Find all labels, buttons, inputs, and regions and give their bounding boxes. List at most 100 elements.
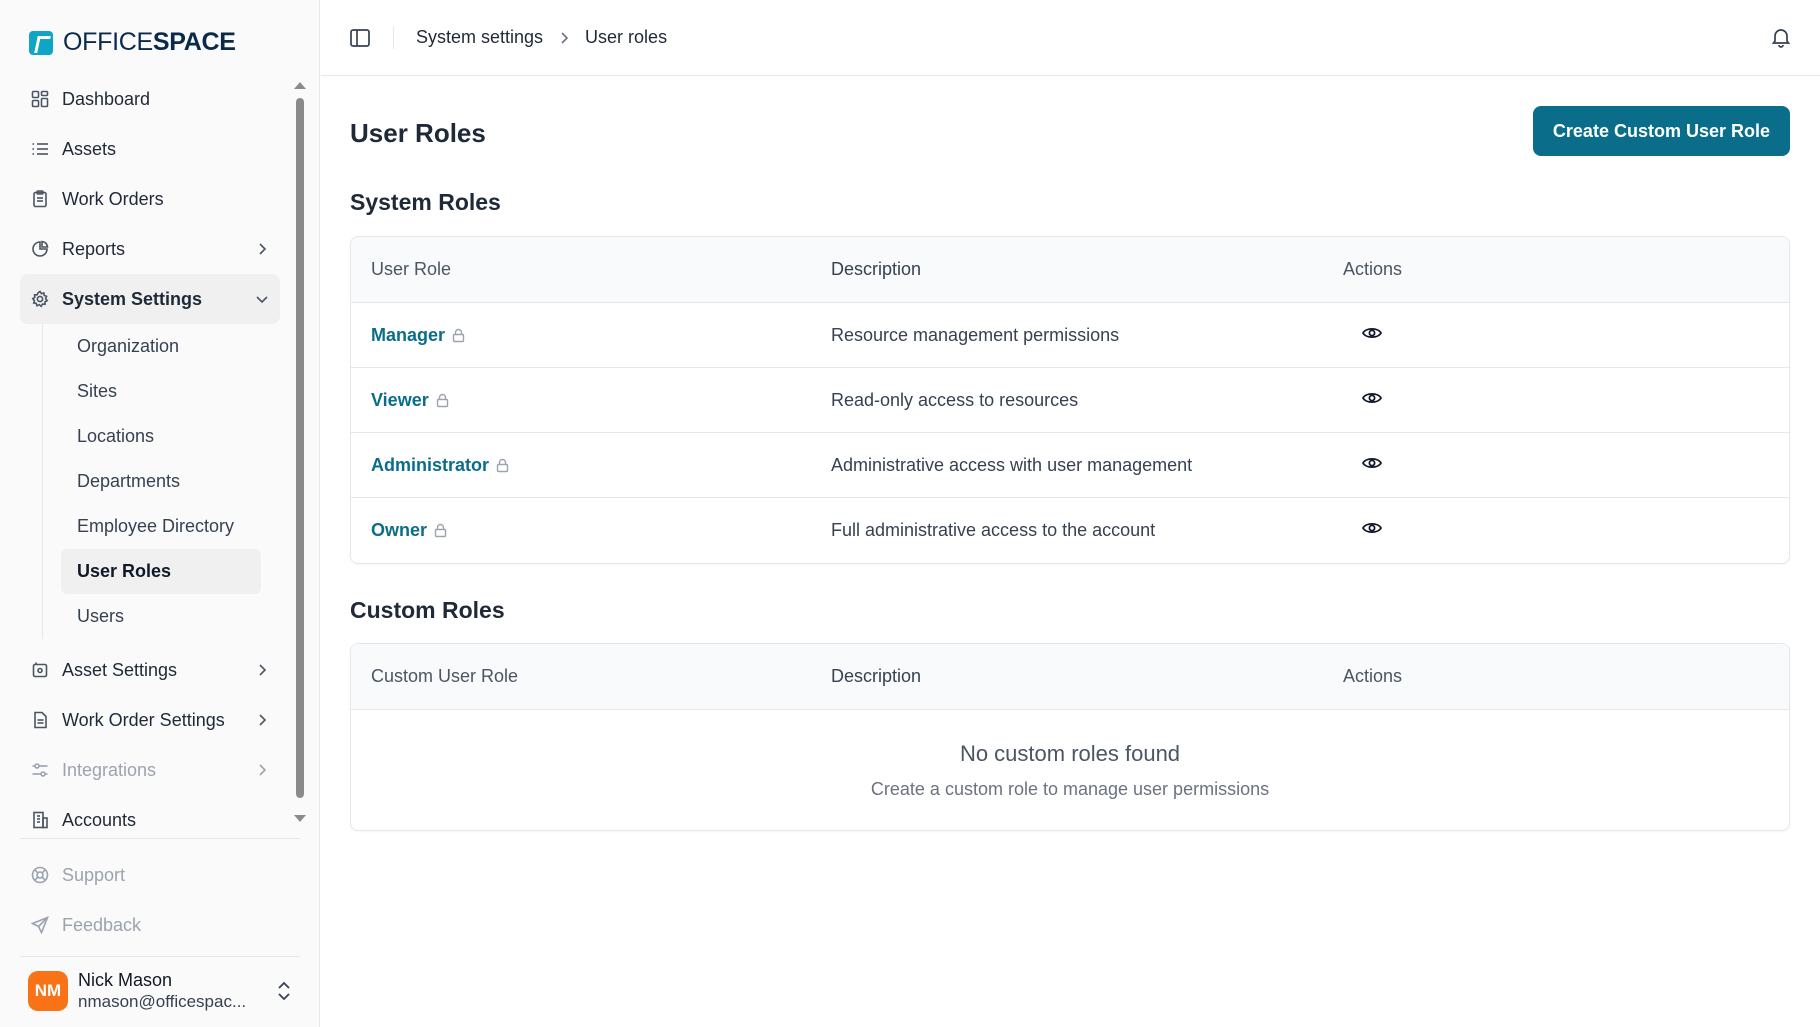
subnav-item-users[interactable]: Users: [61, 594, 280, 639]
actions-cell: [1343, 322, 1789, 349]
table-row: Viewer Read-only access to resources: [351, 368, 1789, 433]
sidebar-item-feedback[interactable]: Feedback: [20, 900, 280, 950]
sidebar-item-work-order-settings[interactable]: Work Order Settings: [20, 695, 280, 745]
role-cell: Owner: [351, 520, 831, 541]
lock-icon: [436, 393, 448, 407]
lock-icon: [496, 458, 509, 472]
role-description: Administrative access with user manageme…: [831, 454, 1193, 475]
asset-settings-icon: [30, 660, 50, 680]
role-link-administrator[interactable]: Administrator: [371, 455, 489, 476]
create-custom-user-role-button[interactable]: Create Custom User Role: [1532, 106, 1790, 156]
role-cell: Administrator: [351, 455, 831, 476]
role-link-viewer[interactable]: Viewer: [371, 390, 429, 411]
sidebar-item-label: Feedback: [62, 914, 142, 935]
chevron-up-down-icon[interactable]: [275, 980, 293, 1002]
chevron-right-icon: [561, 31, 569, 44]
breadcrumb-user-roles: User roles: [585, 27, 668, 47]
chevron-right-icon: [259, 664, 267, 676]
role-cell: Viewer: [351, 390, 831, 411]
system-roles-table: User Role Description Actions Manager Re…: [350, 236, 1790, 564]
column-header-custom-user-role: Custom User Role: [371, 666, 519, 686]
user-menu[interactable]: NM Nick Mason nmason@officespac...: [28, 970, 293, 1012]
custom-roles-table: Custom User Role Description Actions No …: [350, 643, 1790, 831]
sidebar: OFFICESPACE Dashboard Assets Work Orders…: [0, 0, 320, 1027]
subnav-item-departments[interactable]: Departments: [61, 459, 280, 504]
logo-text: OFFICESPACE: [63, 28, 236, 56]
main-nav: Dashboard Assets Work Orders Reports Sys…: [20, 74, 280, 845]
sidebar-item-dashboard[interactable]: Dashboard: [20, 74, 280, 124]
sidebar-item-reports[interactable]: Reports: [20, 224, 280, 274]
role-link-owner[interactable]: Owner: [371, 520, 427, 541]
table-header: User Role Description Actions: [351, 237, 1789, 303]
breadcrumb-system-settings[interactable]: System settings: [416, 27, 543, 48]
lock-icon: [452, 328, 465, 342]
sidebar-divider: [20, 838, 300, 839]
eye-icon[interactable]: [1361, 517, 1383, 539]
gear-icon: [30, 289, 50, 309]
sidebar-item-label: Assets: [62, 138, 117, 159]
custom-roles-title: Custom Roles: [350, 597, 505, 623]
actions-cell: [1343, 387, 1789, 414]
column-header-user-role: User Role: [371, 259, 452, 279]
pie-chart-icon: [30, 239, 50, 259]
role-description: Full administrative access to the accoun…: [831, 520, 1156, 540]
lifebuoy-icon: [30, 865, 50, 885]
eye-icon[interactable]: [1361, 322, 1383, 344]
role-description: Read-only access to resources: [831, 389, 1079, 410]
bell-icon[interactable]: [1770, 26, 1792, 48]
sidebar-item-label: System Settings: [62, 288, 203, 309]
sidebar-item-label: Work Order Settings: [62, 709, 225, 730]
sidebar-item-label: Dashboard: [62, 88, 151, 109]
avatar: NM: [28, 970, 68, 1011]
sidebar-item-integrations[interactable]: Integrations: [20, 745, 280, 795]
subnav-item-user-roles[interactable]: User Roles: [61, 549, 261, 594]
role-cell: Manager: [351, 325, 831, 346]
sidebar-item-asset-settings[interactable]: Asset Settings: [20, 645, 280, 695]
role-link-manager[interactable]: Manager: [371, 325, 445, 346]
header-divider: [393, 26, 394, 49]
scroll-down-arrow[interactable]: [294, 815, 306, 822]
chevron-right-icon: [259, 243, 267, 255]
eye-icon[interactable]: [1361, 452, 1383, 474]
user-info: Nick Mason nmason@officespac...: [78, 970, 265, 1012]
sidebar-item-label: Integrations: [62, 759, 157, 780]
sidebar-toggle-icon[interactable]: [349, 27, 371, 49]
subnav-item-employee-directory[interactable]: Employee Directory: [61, 504, 280, 549]
user-name: Nick Mason: [78, 970, 173, 990]
sidebar-item-work-orders[interactable]: Work Orders: [20, 174, 280, 224]
sliders-icon: [30, 760, 50, 780]
subnav-item-organization[interactable]: Organization: [61, 324, 280, 369]
column-header-description: Description: [831, 259, 922, 279]
actions-cell: [1343, 452, 1789, 479]
clipboard-icon: [30, 189, 50, 209]
document-icon: [30, 710, 50, 730]
actions-cell: [1343, 517, 1789, 544]
table-header: Custom User Role Description Actions: [351, 644, 1789, 710]
empty-state-subtitle: Create a custom role to manage user perm…: [870, 778, 1270, 799]
officespace-logo[interactable]: OFFICESPACE: [29, 28, 236, 57]
table-row: Administrator Administrative access with…: [351, 433, 1789, 498]
subnav-item-sites[interactable]: Sites: [61, 369, 280, 414]
sidebar-item-system-settings[interactable]: System Settings: [20, 274, 280, 324]
subnav-item-locations[interactable]: Locations: [61, 414, 280, 459]
user-email: nmason@officespac...: [78, 991, 247, 1011]
scroll-thumb[interactable]: [296, 98, 304, 798]
table-row: Manager Resource management permissions: [351, 303, 1789, 368]
empty-state: No custom roles found Create a custom ro…: [351, 710, 1789, 830]
chevron-right-icon: [259, 714, 267, 726]
system-roles-title: System Roles: [350, 189, 501, 215]
column-header-actions: Actions: [1343, 259, 1403, 279]
sidebar-item-assets[interactable]: Assets: [20, 124, 280, 174]
column-header-actions: Actions: [1343, 666, 1403, 686]
sidebar-item-label: Work Orders: [62, 188, 164, 209]
page-title: User Roles: [350, 118, 486, 148]
sidebar-divider: [20, 956, 300, 957]
top-bar: System settings User roles: [321, 0, 1820, 76]
sidebar-scrollbar[interactable]: [294, 82, 306, 822]
sidebar-item-support[interactable]: Support: [20, 850, 280, 900]
send-icon: [30, 915, 50, 935]
dashboard-icon: [30, 89, 50, 109]
eye-icon[interactable]: [1361, 387, 1383, 409]
scroll-up-arrow[interactable]: [294, 82, 306, 89]
lock-icon: [434, 523, 447, 538]
